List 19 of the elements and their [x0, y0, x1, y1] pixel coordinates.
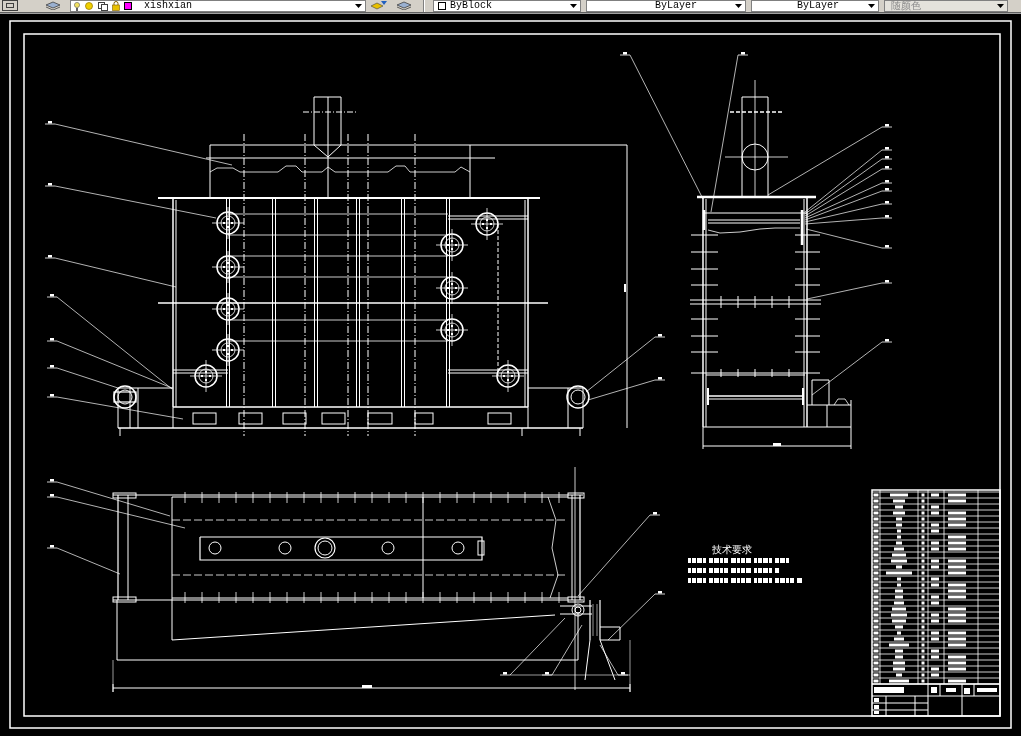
- color-swatch-icon: [124, 2, 132, 10]
- sheet-icon: [98, 1, 108, 11]
- layer-dropdown[interactable]: xishxian: [70, 0, 366, 12]
- layers-icon[interactable]: [396, 0, 412, 10]
- lock-icon: [112, 1, 120, 11]
- panel-icon[interactable]: [2, 0, 18, 11]
- layer-arrow-icon[interactable]: [370, 0, 388, 10]
- swatch-icon: [438, 2, 446, 10]
- layers-icon[interactable]: [45, 0, 61, 10]
- caret-icon: [570, 4, 577, 8]
- property-dropdown[interactable]: ByLayer: [586, 0, 746, 12]
- property-dropdown[interactable]: ByLayer: [751, 0, 879, 12]
- caret-icon: [735, 4, 742, 8]
- property-dropdown[interactable]: ByBlock: [433, 0, 581, 12]
- caret-icon: [355, 4, 362, 8]
- caret-icon: [997, 4, 1004, 8]
- notes-title: 技术要求: [712, 544, 752, 555]
- sun-icon: [84, 1, 94, 11]
- caret-icon: [868, 4, 875, 8]
